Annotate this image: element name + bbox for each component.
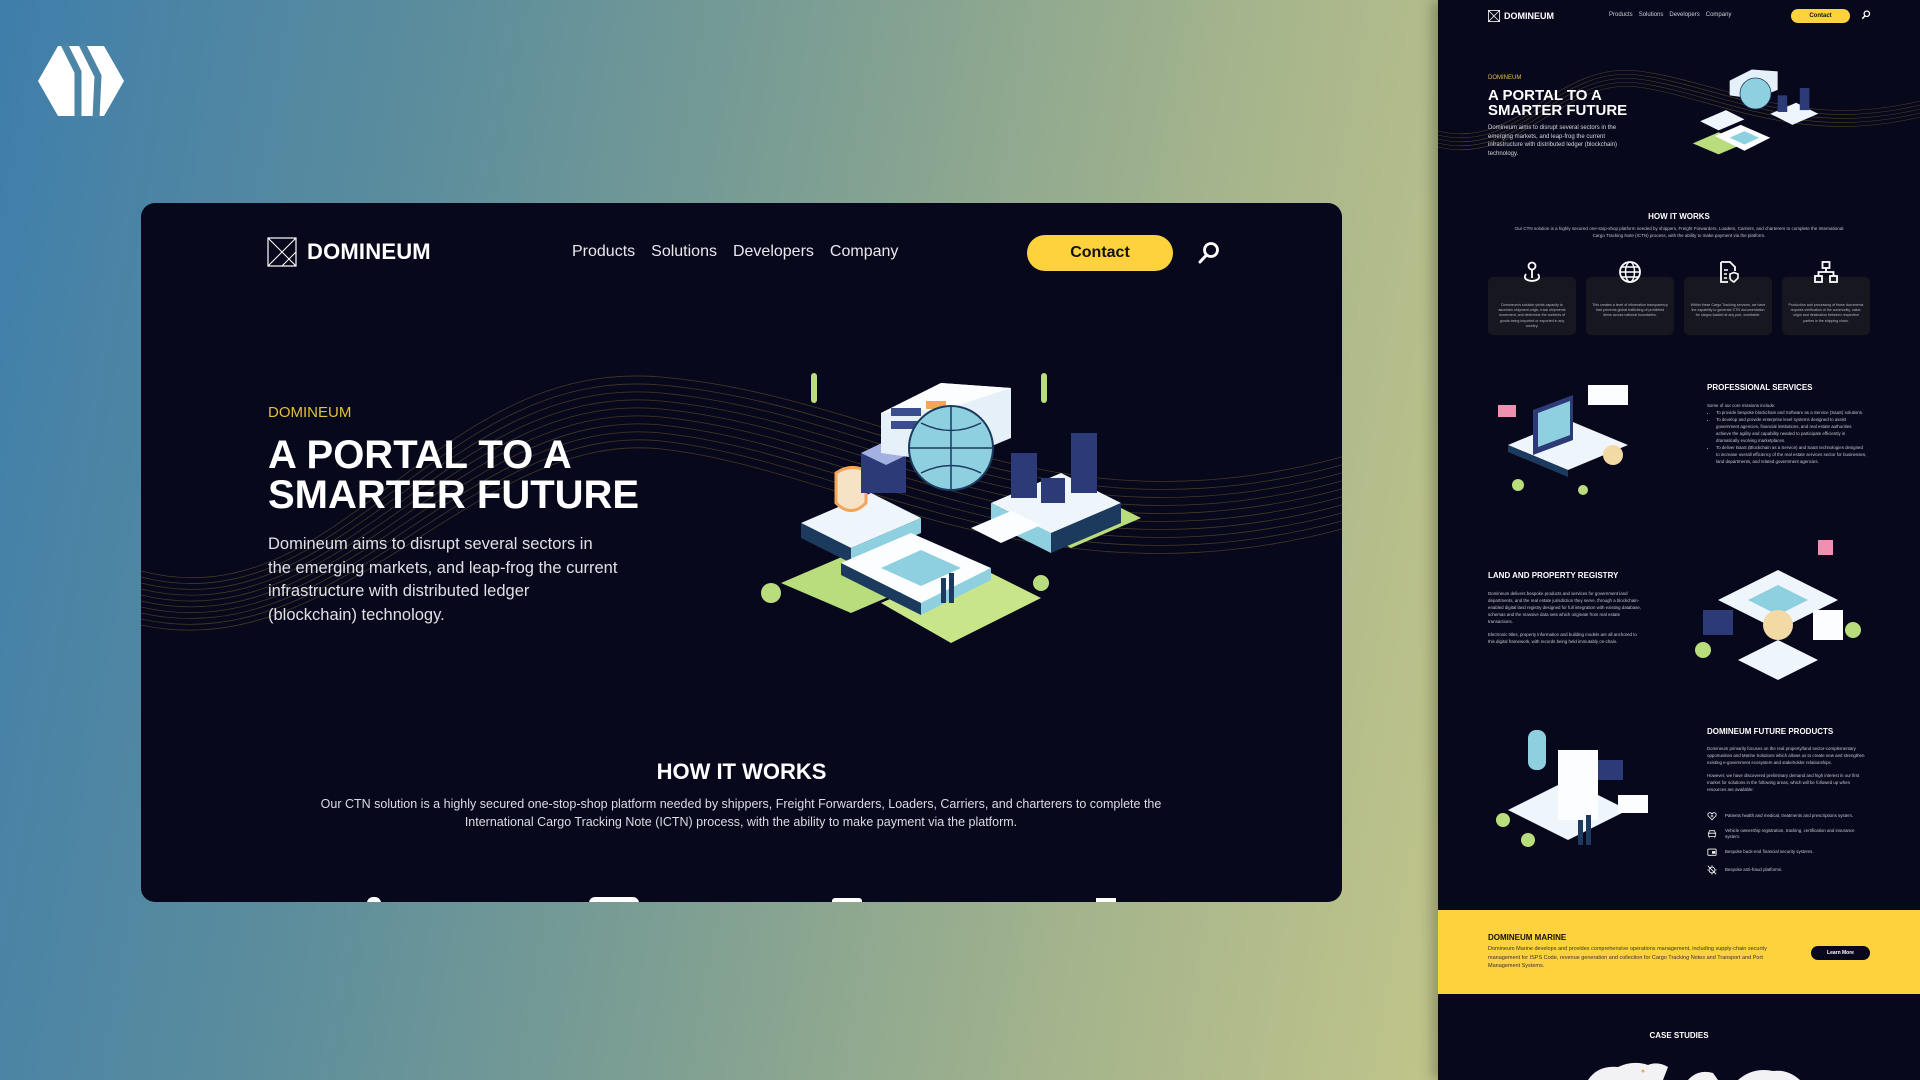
- document-shield-icon: [832, 898, 862, 902]
- search-icon[interactable]: [1197, 241, 1221, 265]
- list-item: Bespoke anti-fraud platforms.: [1707, 864, 1867, 876]
- isometric-city-illustration: [1692, 69, 1819, 155]
- website-preview-window: DOMINEUM Products Solutions Developers C…: [141, 203, 1342, 902]
- how-it-works-title: HOW IT WORKS: [656, 759, 827, 784]
- list-item: To develop and provide enterprise level …: [1716, 416, 1867, 444]
- property-registry-illustration: [1695, 540, 1861, 680]
- product-text: Bespoke anti-fraud platforms.: [1725, 867, 1783, 872]
- how-it-works-icons-peek: [141, 893, 1342, 902]
- list-item: Bespoke back-end financial security syst…: [1707, 846, 1867, 858]
- world-map-illustration: [1588, 1062, 1800, 1080]
- marine-title: DOMINEUM MARINE: [1488, 933, 1567, 942]
- case-studies-title: CASE STUDIES: [1649, 1031, 1709, 1040]
- site-logo[interactable]: DOMINEUM: [267, 237, 431, 267]
- marine-text: Domineum Marine develops and provides co…: [1488, 946, 1767, 969]
- preview-nav-developers[interactable]: Developers: [1669, 12, 1699, 18]
- product-text: Bespoke back-end financial security syst…: [1725, 849, 1814, 854]
- professional-services-title: PROFESSIONAL SERVICES: [1707, 383, 1813, 392]
- future-products-list: Patients health and medical, treatments …: [1707, 810, 1867, 882]
- wallet-icon: [1707, 848, 1717, 856]
- preview-logo[interactable]: DOMINEUM: [1488, 10, 1554, 22]
- hierarchy-icon: [1814, 261, 1838, 283]
- nav-developers[interactable]: Developers: [733, 243, 814, 261]
- anti-fraud-icon: [1707, 865, 1717, 875]
- globe-icon: [1619, 261, 1641, 283]
- nav-company[interactable]: Company: [830, 243, 898, 261]
- contact-button[interactable]: Contact: [1027, 235, 1173, 271]
- domineum-logo-icon: [267, 237, 297, 267]
- hero-description: Domineum aims to disrupt several sectors…: [268, 535, 618, 624]
- professional-services-intro: Some of our core missions include:: [1707, 403, 1776, 408]
- future-products-text: Domineum primarily focuses on the real p…: [1707, 745, 1867, 793]
- hero-title-line2: SMARTER FUTURE: [268, 473, 640, 517]
- preview-hero-title-line2: SMARTER FUTURE: [1488, 102, 1628, 119]
- hero-eyebrow: DOMINEUM: [268, 404, 352, 421]
- document-shield-icon: [1720, 261, 1739, 283]
- professional-services-text: Some of our core missions include: To pr…: [1707, 402, 1867, 465]
- preview-nav-solutions[interactable]: Solutions: [1639, 12, 1664, 18]
- how-it-works-description: Our CTN solution is a highly secured one…: [320, 797, 1162, 829]
- professional-services-list: To provide bespoke blockchain and Softwa…: [1707, 409, 1867, 465]
- nav-solutions[interactable]: Solutions: [651, 243, 717, 261]
- list-item: To deliver BaaS (Blockchain as a Service…: [1716, 444, 1867, 465]
- land-registry-title: LAND AND PROPERTY REGISTRY: [1488, 571, 1619, 580]
- preview-hero-description: Domineum aims to disrupt several sectors…: [1488, 125, 1618, 157]
- preview-nav-links: Products Solutions Developers Company: [1609, 12, 1731, 18]
- preview-contact-button[interactable]: Contact: [1791, 9, 1850, 23]
- globe-icon: [589, 897, 639, 902]
- preview-how-it-works-title: HOW IT WORKS: [1648, 212, 1710, 221]
- land-registry-paragraph: Electronic titles, property information …: [1488, 632, 1637, 644]
- product-text: Vehicle ownership registration, tracking…: [1725, 828, 1855, 839]
- how-it-works-cards: Domineum's solution yields capacity to a…: [1488, 260, 1872, 338]
- list-item: Vehicle ownership registration, tracking…: [1707, 828, 1867, 840]
- preview-how-it-works-description: Our CTN solution is a highly secured one…: [1514, 226, 1844, 238]
- site-navbar: DOMINEUM Products Solutions Developers C…: [141, 203, 1342, 303]
- preview-hero-title-line1: A PORTAL TO A: [1488, 87, 1602, 104]
- product-text: Patients health and medical, treatments …: [1725, 813, 1854, 818]
- how-card-text: Domineum's solution yields capacity to a…: [1498, 303, 1566, 328]
- hero-title-line1: A PORTAL TO A: [268, 433, 572, 477]
- search-icon[interactable]: [1861, 10, 1871, 20]
- future-products-title: DOMINEUM FUTURE PRODUCTS: [1707, 727, 1834, 736]
- future-products-paragraph: Domineum primarily focuses on the real p…: [1707, 746, 1865, 765]
- logo-text: DOMINEUM: [307, 239, 431, 264]
- how-card-text: Within these Cargo Tracking services, we…: [1690, 303, 1766, 318]
- how-card-text: Production and processing of these docum…: [1788, 303, 1864, 323]
- isometric-city-illustration: [761, 373, 1141, 643]
- nav-products[interactable]: Products: [572, 243, 635, 261]
- preview-nav-company[interactable]: Company: [1706, 12, 1732, 18]
- future-products-paragraph: However, we have discovered preliminary …: [1707, 773, 1860, 792]
- preview-logo-text: DOMINEUM: [1504, 11, 1554, 21]
- nav-links: Products Solutions Developers Company: [572, 243, 898, 261]
- domineum-logo-icon: [1488, 10, 1500, 22]
- how-card-text: This creates a level of information tran…: [1592, 303, 1668, 318]
- preview-hero-title: A PORTAL TO A SMARTER FUTURE: [1488, 88, 1648, 118]
- full-page-preview: DOMINEUM Products Solutions Developers C…: [1438, 0, 1920, 1080]
- location-pin-icon: [367, 897, 381, 902]
- hero-title: A PORTAL TO A SMARTER FUTURE: [268, 435, 668, 515]
- hierarchy-icon: [1096, 898, 1116, 902]
- land-registry-text: Domineum delivers bespoke products and s…: [1488, 590, 1643, 645]
- list-item: Patients health and medical, treatments …: [1707, 810, 1867, 822]
- marine-banner: DOMINEUM MARINE Domineum Marine develops…: [1438, 910, 1920, 994]
- brand-logo-icon: [38, 42, 124, 119]
- land-registry-paragraph: Domineum delivers bespoke products and s…: [1488, 591, 1642, 624]
- car-icon: [1707, 830, 1717, 839]
- location-pin-icon: [1523, 261, 1541, 282]
- laptop-network-illustration: [1498, 385, 1628, 495]
- preview-hero-eyebrow: DOMINEUM: [1488, 75, 1522, 81]
- data-center-illustration: [1496, 730, 1648, 847]
- heart-plus-icon: [1707, 812, 1717, 821]
- preview-nav-products[interactable]: Products: [1609, 12, 1633, 18]
- list-item: To provide bespoke blockchain and Softwa…: [1716, 409, 1867, 416]
- learn-more-button[interactable]: Learn More: [1811, 946, 1870, 960]
